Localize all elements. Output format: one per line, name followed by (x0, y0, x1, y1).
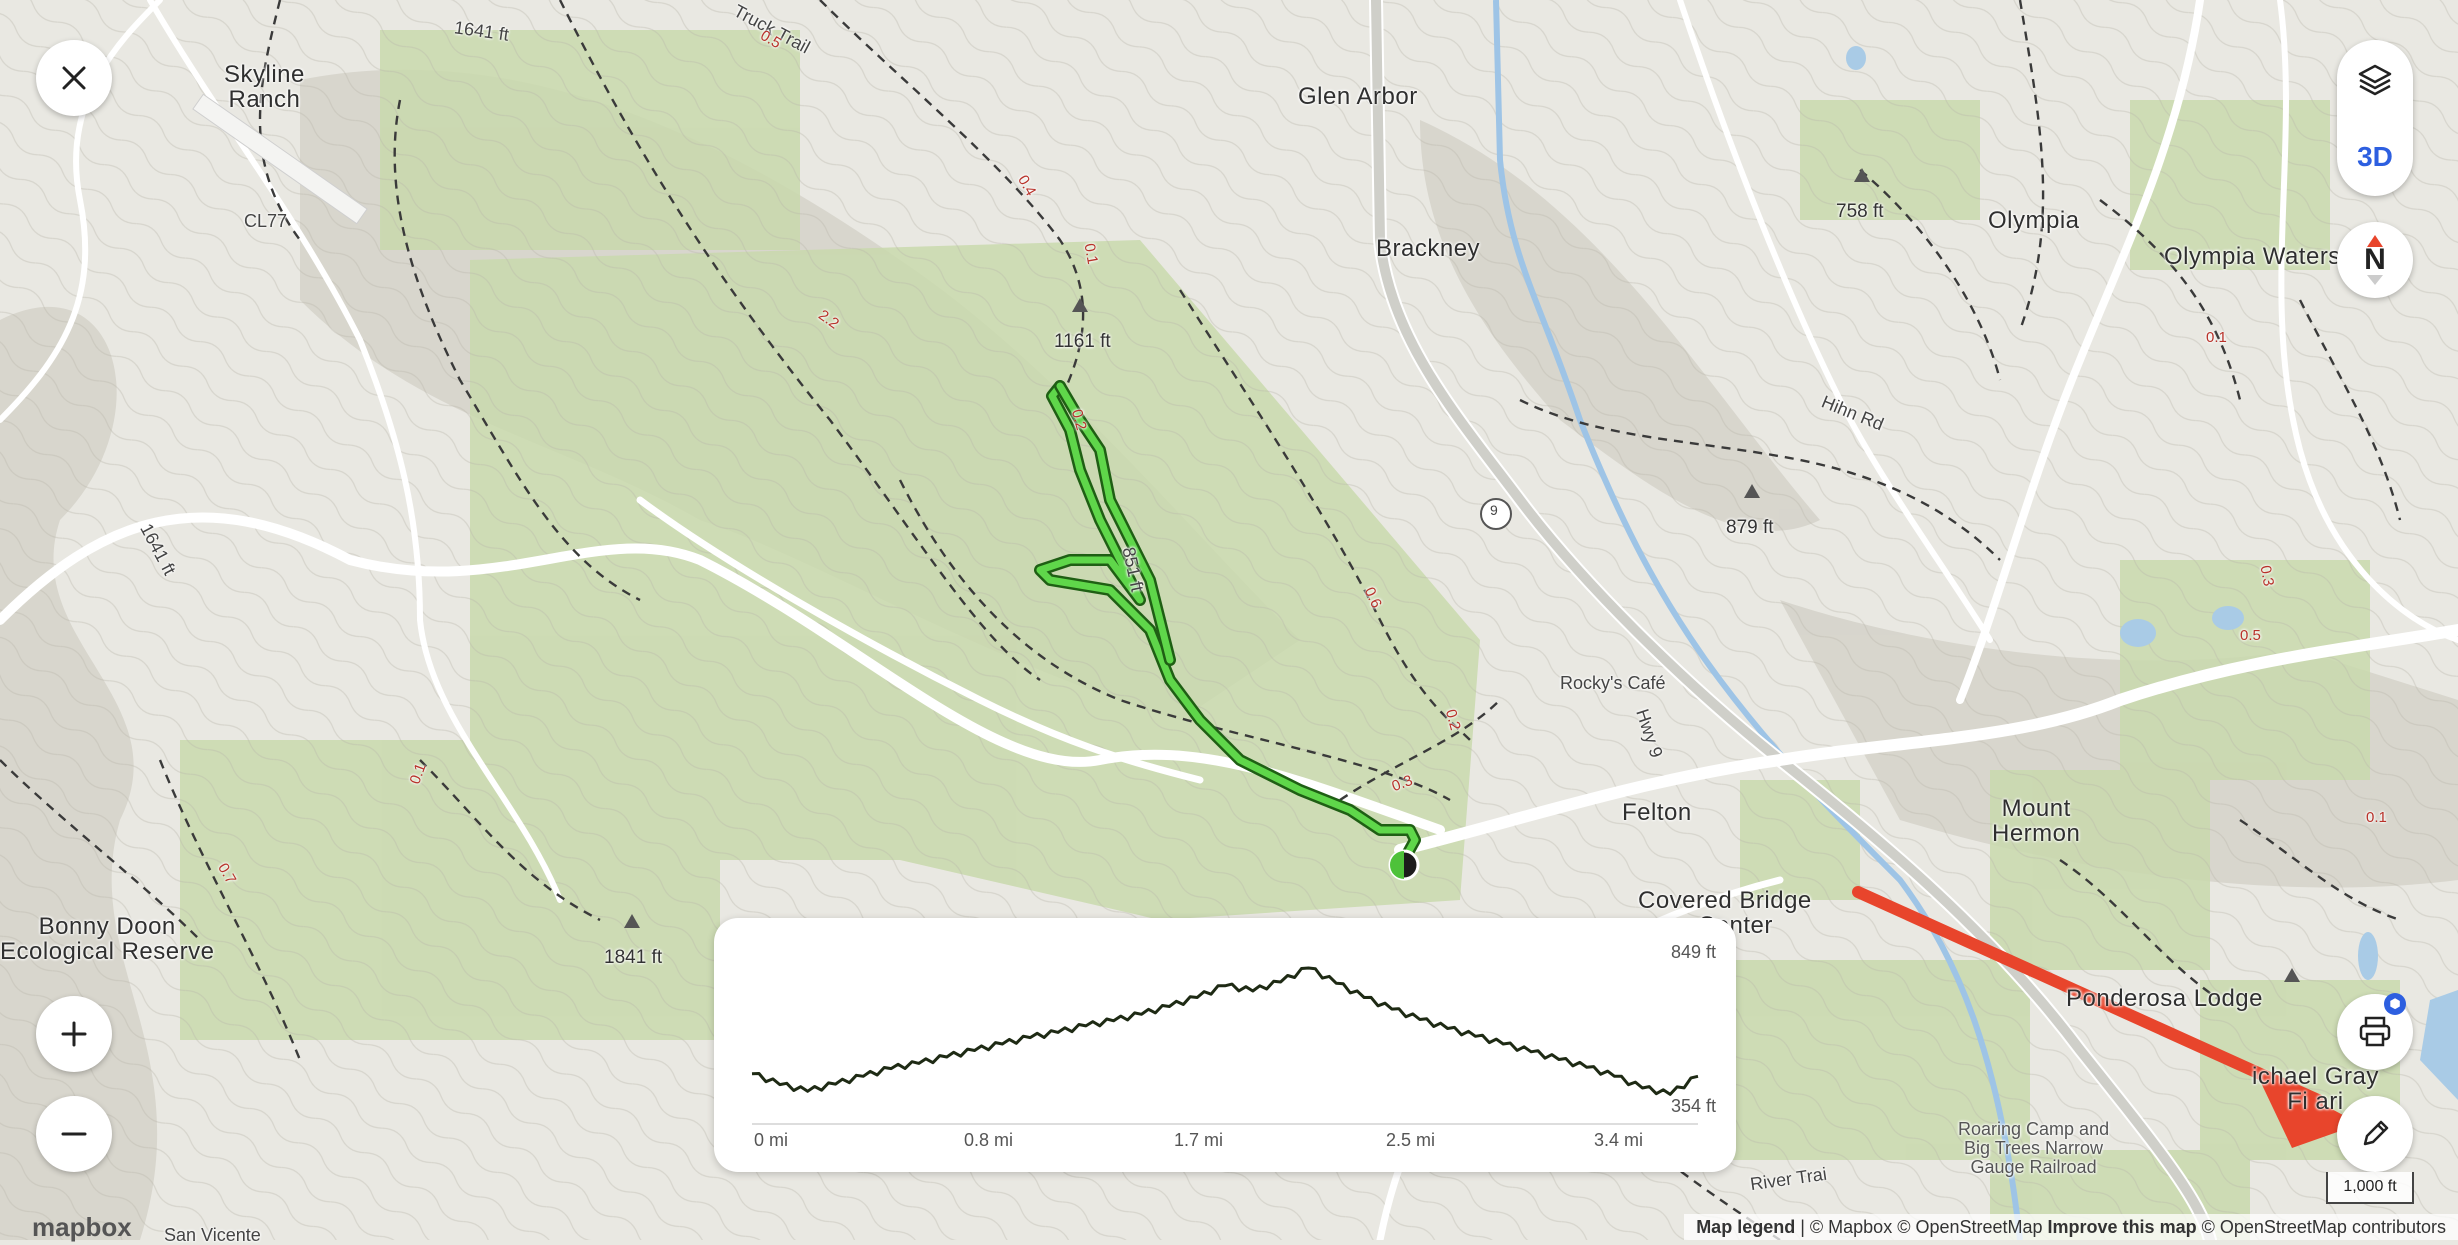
hex-icon: ⬢ (2384, 993, 2406, 1015)
peak-1161: 1161 ft (1054, 332, 1111, 352)
place-felton: Felton (1622, 800, 1692, 825)
elevation-x-tick: 0 mi (754, 1130, 788, 1151)
peak-758: 758 ft (1836, 202, 1884, 222)
trail-distance-label: 0.3 (2257, 564, 2276, 587)
place-olympia: Olympia (1988, 208, 2080, 233)
trailhead-marker (1390, 851, 1418, 879)
place-brackney: Brackney (1376, 236, 1480, 261)
trail-distance-label: 0.1 (2206, 330, 2227, 346)
compass-label: N (2364, 243, 2386, 277)
plus-icon (59, 1019, 89, 1049)
zoom-in-button[interactable] (36, 996, 112, 1072)
trail-distance-label: 0.1 (1081, 242, 1100, 265)
compass-south-arrow-icon (2365, 275, 2385, 285)
elevation-min-label: 354 ft (1671, 1096, 1716, 1117)
poi-roaring-camp: Roaring Camp andBig Trees NarrowGauge Ra… (1958, 1120, 2109, 1177)
pencil-icon (2357, 1116, 2393, 1152)
edit-button[interactable] (2337, 1096, 2413, 1172)
peak-879: 879 ft (1726, 518, 1774, 538)
trail-distance-label: 0.5 (2240, 628, 2261, 644)
osm-contributors-credit[interactable]: © OpenStreetMap contributors (2202, 1217, 2446, 1237)
scale-bar: 1,000 ft (2326, 1172, 2414, 1204)
3d-label: 3D (2357, 141, 2393, 173)
minus-icon (59, 1119, 89, 1149)
poi-rockys-cafe: Rocky's Café (1560, 674, 1665, 693)
map-view-controls: 3D (2337, 40, 2413, 196)
place-ponderosa-lodge: Ponderosa Lodge (2066, 986, 2263, 1011)
close-icon (59, 63, 89, 93)
elevation-chart (714, 918, 1736, 1172)
place-mount-hermon: MountHermon (1992, 796, 2080, 846)
map-legend-link[interactable]: Map legend (1696, 1217, 1795, 1237)
elevation-x-tick: 0.8 mi (964, 1130, 1013, 1151)
place-skyline-ranch: SkylineRanch (224, 62, 305, 112)
elevation-line (752, 968, 1698, 1094)
elevation-max-label: 849 ft (1671, 942, 1716, 963)
place-bonny-doon-reserve: Bonny DoonEcological Reserve (0, 914, 214, 964)
compass-button[interactable]: N (2337, 222, 2413, 298)
map-attribution: Map legend | © Mapbox © OpenStreetMap Im… (1684, 1214, 2458, 1240)
3d-toggle-button[interactable]: 3D (2337, 118, 2413, 196)
layers-button[interactable] (2337, 40, 2413, 118)
trail-distance-label: 0.1 (2366, 810, 2387, 826)
peak-1841: 1841 ft (604, 948, 662, 968)
mapbox-logo[interactable]: mapbox (32, 1212, 132, 1243)
close-button[interactable] (36, 40, 112, 116)
layers-icon (2356, 60, 2394, 98)
elevation-x-tick: 2.5 mi (1386, 1130, 1435, 1151)
route-9-number: 9 (1490, 503, 1498, 518)
place-san-vicente: San Vicente (164, 1226, 261, 1245)
printer-icon (2357, 1014, 2393, 1050)
elevation-profile-panel[interactable]: 849 ft 354 ft 0 mi 0.8 mi 1.7 mi 2.5 mi 3.4 … (714, 918, 1736, 1172)
mapbox-osm-credit[interactable]: © Mapbox © OpenStreetMap (1810, 1217, 2043, 1237)
zoom-out-button[interactable] (36, 1096, 112, 1172)
improve-map-link[interactable]: Improve this map (2048, 1217, 2197, 1237)
place-olympia-waters: Olympia Waters (2164, 244, 2341, 269)
elevation-x-tick: 3.4 mi (1594, 1130, 1643, 1151)
place-glen-arbor: Glen Arbor (1298, 84, 1418, 109)
elevation-x-tick: 1.7 mi (1174, 1130, 1223, 1151)
airport-code: CL77 (244, 212, 287, 231)
